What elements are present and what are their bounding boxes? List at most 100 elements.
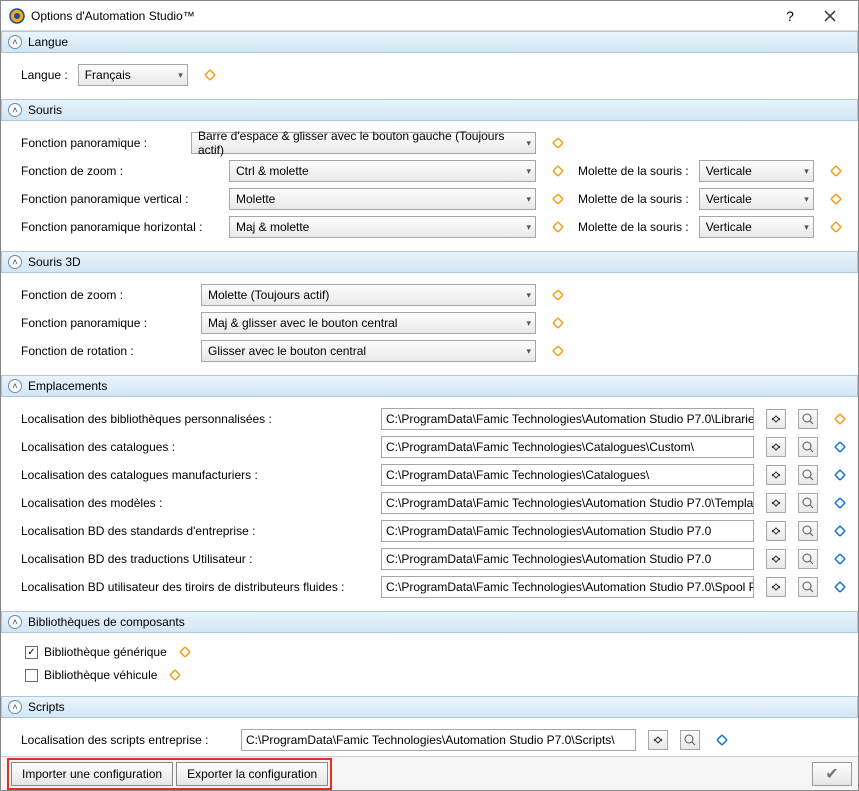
section-body-souris3d: Fonction de zoom : Molette (Toujours act… <box>1 273 858 375</box>
reset-icon[interactable] <box>548 189 568 209</box>
expand-icon[interactable] <box>830 577 850 597</box>
section-body-souris: Fonction panoramique : Barre d'espace & … <box>1 121 858 251</box>
vehicle-checkbox[interactable] <box>25 669 38 682</box>
dropdown-icon[interactable] <box>766 549 786 569</box>
path-field[interactable]: C:\ProgramData\Famic Technologies\Catalo… <box>381 436 754 458</box>
dropdown-icon[interactable] <box>766 409 786 429</box>
reset-icon[interactable] <box>548 217 568 237</box>
expand-icon[interactable] <box>830 465 850 485</box>
vpan-combo[interactable]: Molette ▾ <box>229 188 536 210</box>
rot3d-label: Fonction de rotation : <box>21 344 191 358</box>
generic-label: Bibliothèque générique <box>44 645 167 659</box>
search-icon[interactable] <box>798 409 818 429</box>
search-icon[interactable] <box>798 577 818 597</box>
reset-icon[interactable] <box>830 409 850 429</box>
search-icon[interactable] <box>798 549 818 569</box>
section-header-souris3d[interactable]: ˄ Souris 3D <box>1 251 858 273</box>
search-icon[interactable] <box>798 437 818 457</box>
zoom-combo[interactable]: Ctrl & molette ▾ <box>229 160 536 182</box>
path-label: Localisation BD des traductions Utilisat… <box>21 552 371 566</box>
zoom3d-combo[interactable]: Molette (Toujours actif) ▾ <box>201 284 536 306</box>
path-field[interactable]: C:\ProgramData\Famic Technologies\Automa… <box>381 576 754 598</box>
wheel-label: Molette de la souris : <box>578 164 689 178</box>
lang-combo[interactable]: Français ▾ <box>78 64 188 86</box>
path-field[interactable]: C:\ProgramData\Famic Technologies\Catalo… <box>381 464 754 486</box>
section-header-scripts[interactable]: ˄ Scripts <box>1 696 858 718</box>
dropdown-icon[interactable] <box>648 730 668 750</box>
search-icon[interactable] <box>798 493 818 513</box>
expand-icon[interactable] <box>830 521 850 541</box>
path-field[interactable]: C:\ProgramData\Famic Technologies\Automa… <box>381 520 754 542</box>
section-header-souris[interactable]: ˄ Souris <box>1 99 858 121</box>
dropdown-icon[interactable] <box>766 521 786 541</box>
path-field[interactable]: C:\ProgramData\Famic Technologies\Automa… <box>381 548 754 570</box>
chevron-down-icon: ▾ <box>804 194 809 205</box>
app-icon <box>9 8 25 24</box>
wheel-combo[interactable]: Verticale ▾ <box>699 160 814 182</box>
search-icon[interactable] <box>798 465 818 485</box>
reset-icon[interactable] <box>175 642 195 662</box>
vpan-label: Fonction panoramique vertical : <box>21 192 219 206</box>
reset-icon[interactable] <box>826 217 846 237</box>
chevron-up-icon: ˄ <box>8 379 22 393</box>
wheel-label: Molette de la souris : <box>578 220 689 234</box>
path-row: Localisation des modèles :C:\ProgramData… <box>21 491 850 515</box>
dropdown-icon[interactable] <box>766 437 786 457</box>
script-ent-field[interactable]: C:\ProgramData\Famic Technologies\Automa… <box>241 729 636 751</box>
path-field[interactable]: C:\ProgramData\Famic Technologies\Automa… <box>381 408 754 430</box>
dropdown-icon[interactable] <box>766 577 786 597</box>
section-header-biblio[interactable]: ˄ Bibliothèques de composants <box>1 611 858 633</box>
content-area: ˄ Langue Langue : Français ▾ ˄ Souris Fo… <box>1 31 858 756</box>
section-header-langue[interactable]: ˄ Langue <box>1 31 858 53</box>
hpan-label: Fonction panoramique horizontal : <box>21 220 219 234</box>
wheel-combo[interactable]: Verticale ▾ <box>699 216 814 238</box>
chevron-up-icon: ˄ <box>8 255 22 269</box>
section-title: Emplacements <box>28 379 107 393</box>
export-config-button[interactable]: Exporter la configuration <box>176 762 328 786</box>
section-title: Souris <box>28 103 62 117</box>
reset-icon[interactable] <box>826 189 846 209</box>
section-body-langue: Langue : Français ▾ <box>1 53 858 99</box>
path-label: Localisation des catalogues manufacturie… <box>21 468 371 482</box>
pan-combo[interactable]: Barre d'espace & glisser avec le bouton … <box>191 132 536 154</box>
section-header-emplacements[interactable]: ˄ Emplacements <box>1 375 858 397</box>
reset-icon[interactable] <box>200 65 220 85</box>
wheel-combo[interactable]: Verticale ▾ <box>699 188 814 210</box>
reset-icon[interactable] <box>165 665 185 685</box>
expand-icon[interactable] <box>830 493 850 513</box>
path-field[interactable]: C:\ProgramData\Famic Technologies\Automa… <box>381 492 754 514</box>
path-label: Localisation BD utilisateur des tiroirs … <box>21 580 371 594</box>
reset-icon[interactable] <box>548 285 568 305</box>
vehicle-label: Bibliothèque véhicule <box>44 668 157 682</box>
search-icon[interactable] <box>798 521 818 541</box>
script-ent-label: Localisation des scripts entreprise : <box>21 733 231 747</box>
expand-icon[interactable] <box>830 437 850 457</box>
help-button[interactable]: ? <box>770 2 810 30</box>
expand-icon[interactable] <box>712 730 732 750</box>
titlebar: Options d'Automation Studio™ ? <box>1 1 858 31</box>
import-config-button[interactable]: Importer une configuration <box>11 762 173 786</box>
path-row: Localisation BD des standards d'entrepri… <box>21 519 850 543</box>
reset-icon[interactable] <box>548 161 568 181</box>
ok-button[interactable]: ✔ <box>812 762 852 786</box>
chevron-down-icon: ▾ <box>526 166 531 177</box>
pan3d-combo[interactable]: Maj & glisser avec le bouton central ▾ <box>201 312 536 334</box>
section-body-scripts: Localisation des scripts entreprise : C:… <box>1 718 858 756</box>
reset-icon[interactable] <box>826 161 846 181</box>
dropdown-icon[interactable] <box>766 493 786 513</box>
close-button[interactable] <box>810 2 850 30</box>
reset-icon[interactable] <box>548 313 568 333</box>
reset-icon[interactable] <box>548 133 568 153</box>
rot3d-combo[interactable]: Glisser avec le bouton central ▾ <box>201 340 536 362</box>
chevron-up-icon: ˄ <box>8 35 22 49</box>
section-title: Bibliothèques de composants <box>28 615 185 629</box>
expand-icon[interactable] <box>830 549 850 569</box>
generic-checkbox[interactable]: ✓ <box>25 646 38 659</box>
hpan-combo[interactable]: Maj & molette ▾ <box>229 216 536 238</box>
chevron-up-icon: ˄ <box>8 615 22 629</box>
pan-label: Fonction panoramique : <box>21 136 181 150</box>
search-icon[interactable] <box>680 730 700 750</box>
window-title: Options d'Automation Studio™ <box>31 9 770 23</box>
dropdown-icon[interactable] <box>766 465 786 485</box>
reset-icon[interactable] <box>548 341 568 361</box>
